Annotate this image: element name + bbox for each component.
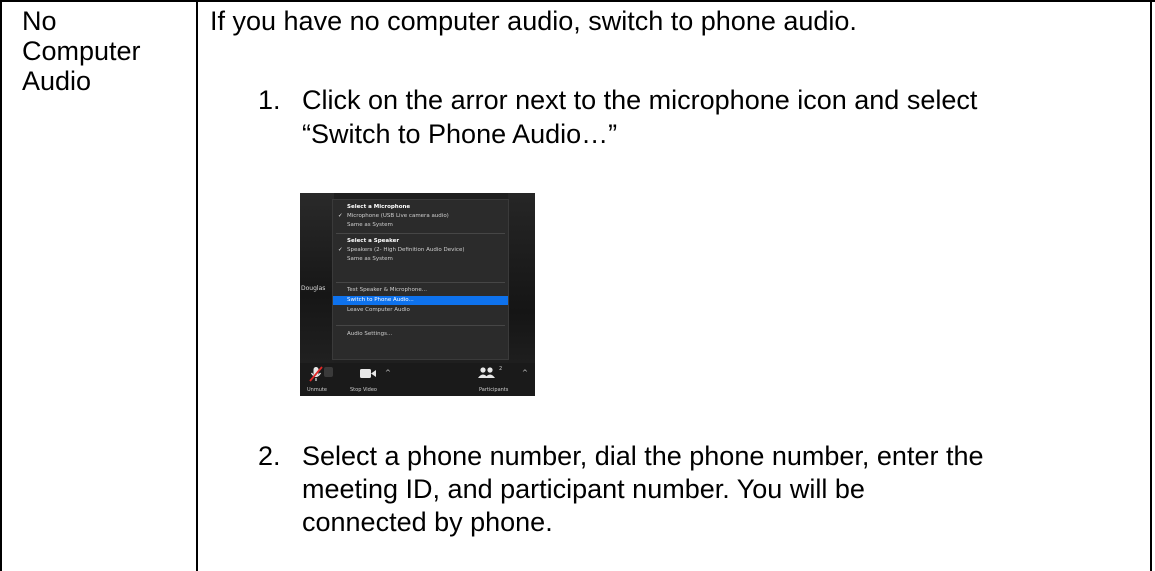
- menu-item-switch-to-phone-audio[interactable]: Switch to Phone Audio...: [333, 296, 508, 305]
- video-options-caret[interactable]: ^: [385, 369, 391, 377]
- menu-header-speaker: Select a Speaker: [347, 238, 400, 244]
- unmute-button-label[interactable]: Unmute: [307, 387, 327, 393]
- menu-item-spk-same-as-system[interactable]: Same as System: [333, 255, 508, 264]
- audio-dropdown-menu: Select a Microphone ✓ Microphone (USB Li…: [332, 199, 509, 360]
- menu-item-speakers-hd[interactable]: ✓ Speakers (2- High Definition Audio Dev…: [333, 246, 508, 255]
- participant-name: Douglas: [301, 285, 326, 292]
- step-text-line: connected by phone.: [302, 507, 553, 537]
- menu-item-audio-settings[interactable]: Audio Settings...: [333, 330, 508, 339]
- menu-item-label: Microphone (USB Live camera audio): [347, 213, 449, 219]
- participants-icon[interactable]: [478, 367, 495, 379]
- audio-options-caret-button[interactable]: [324, 367, 333, 377]
- zoom-audio-menu-screenshot: Douglas Select a Microphone ✓ Microphone…: [300, 193, 535, 396]
- menu-item-label: Speakers (2- High Definition Audio Devic…: [347, 247, 465, 253]
- topic-line: Audio: [22, 66, 92, 96]
- menu-separator: [336, 282, 505, 283]
- topic-line: Computer: [22, 36, 141, 66]
- participants-button-label[interactable]: Participants: [479, 387, 508, 393]
- table-border-left: [0, 0, 2, 571]
- step-text-line: Click on the arror next to the microphon…: [302, 85, 978, 115]
- participants-count-badge: 2: [499, 366, 503, 372]
- video-camera-icon[interactable]: [360, 368, 376, 379]
- stop-video-button-label[interactable]: Stop Video: [350, 387, 377, 393]
- step-text-line: Select a phone number, dial the phone nu…: [302, 441, 984, 471]
- table-border-top: [0, 0, 1155, 2]
- meeting-toolbar: ^ 2 ^ Unmute Stop Video Participants: [300, 363, 535, 396]
- muted-microphone-icon[interactable]: [309, 366, 323, 382]
- step-number: 2.: [258, 441, 281, 471]
- participants-options-caret[interactable]: ^: [522, 369, 528, 377]
- table-column-divider: [196, 0, 198, 571]
- menu-item-leave-computer-audio[interactable]: Leave Computer Audio: [333, 306, 508, 315]
- menu-item-test-speaker-mic[interactable]: Test Speaker & Microphone...: [333, 286, 508, 295]
- menu-item-microphone-usb[interactable]: ✓ Microphone (USB Live camera audio): [333, 212, 508, 221]
- table-border-right: [1150, 0, 1152, 571]
- step-number: 1.: [258, 85, 281, 115]
- menu-item-mic-same-as-system[interactable]: Same as System: [333, 221, 508, 230]
- topic-line: No: [22, 6, 57, 36]
- step-text-line: meeting ID, and participant number. You …: [302, 474, 865, 504]
- intro-text: If you have no computer audio, switch to…: [210, 6, 857, 36]
- video-background-right: [508, 193, 535, 363]
- topic-cell: No Computer Audio: [22, 6, 141, 96]
- step-text-line: “Switch to Phone Audio…”: [302, 119, 618, 149]
- check-icon: ✓: [338, 213, 343, 219]
- menu-separator: [336, 233, 505, 234]
- menu-separator: [336, 325, 505, 326]
- video-background-left: [300, 193, 334, 363]
- menu-header-microphone: Select a Microphone: [347, 204, 411, 210]
- check-icon: ✓: [338, 247, 343, 253]
